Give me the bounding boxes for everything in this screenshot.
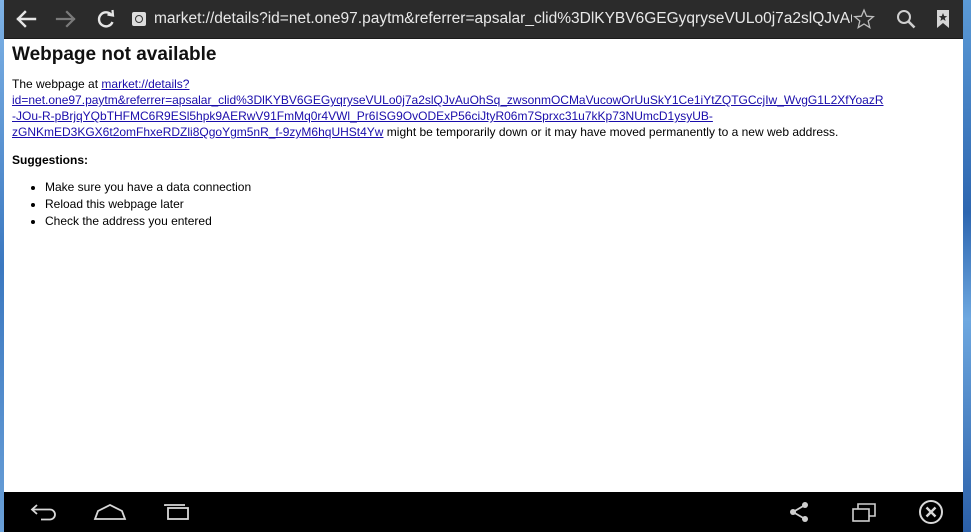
failed-url-link-line-2[interactable]: id=net.one97.paytm&referrer=apsalar_clid… [12, 93, 884, 107]
android-navigation-bar [4, 492, 963, 532]
android-browser-window: market://details? id=net.one97.paytm&refe… [4, 0, 963, 532]
window-icon[interactable] [849, 492, 879, 532]
desktop-edge-right [963, 0, 971, 532]
page-favicon-icon [132, 12, 146, 26]
share-icon[interactable] [784, 492, 814, 532]
failed-url-link-line-1[interactable]: market://details? [101, 77, 189, 91]
recent-apps-icon[interactable] [159, 492, 195, 532]
close-icon[interactable] [914, 492, 948, 532]
error-message: The webpage at market://details? id=net.… [12, 76, 955, 140]
browser-toolbar: market://details?id=net.one97.paytm&refe… [4, 0, 963, 39]
home-icon[interactable] [92, 492, 128, 532]
list-item: Make sure you have a data connection [45, 179, 955, 196]
bookmarks-icon[interactable] [930, 0, 956, 38]
suggestions-heading: Suggestions: [12, 153, 89, 167]
suggestions-list: Make sure you have a data connection Rel… [12, 179, 955, 230]
forward-arrow-icon[interactable] [50, 0, 82, 38]
url-bar[interactable]: market://details?id=net.one97.paytm&refe… [132, 9, 852, 29]
failed-url-link-line-4[interactable]: zGNKmED3KGX6t2omFhxeRDZli8QgoYgm5nR_f-9z… [12, 125, 383, 139]
url-text[interactable]: market://details?id=net.one97.paytm&refe… [154, 10, 852, 28]
search-icon[interactable] [892, 0, 920, 38]
back-arrow-icon[interactable] [10, 0, 42, 38]
list-item: Reload this webpage later [45, 196, 955, 213]
page-content: Webpage not available The webpage at mar… [4, 39, 963, 492]
outro-text: might be temporarily down or it may have… [383, 125, 839, 139]
star-icon[interactable] [850, 0, 878, 38]
reload-icon[interactable] [92, 0, 120, 38]
page-title: Webpage not available [12, 44, 217, 65]
intro-text: The webpage at [12, 77, 102, 91]
failed-url-link-line-3[interactable]: -JOu-R-pBrjqYQbTHFMC6R9ESl5hpk9AERwV91Fm… [12, 109, 713, 123]
list-item: Check the address you entered [45, 213, 955, 230]
back-icon[interactable] [26, 492, 62, 532]
